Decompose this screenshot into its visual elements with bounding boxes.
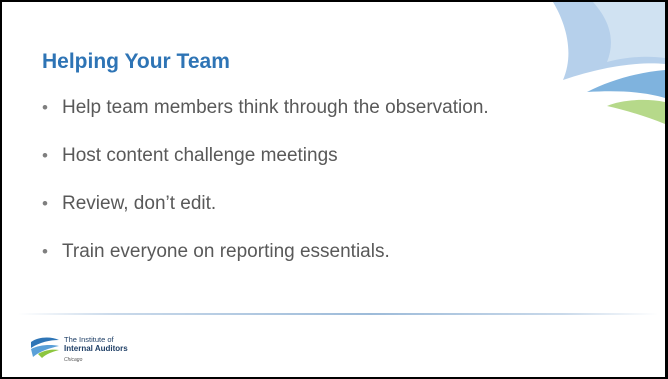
logo-text-line2: Internal Auditors (64, 344, 128, 353)
footer-divider (18, 313, 658, 315)
bullet-text: Review, don’t edit. (62, 193, 217, 214)
bullet-text: Help team members think through the obse… (62, 97, 489, 118)
iia-logo: The Institute of Internal Auditors Chica… (30, 332, 170, 372)
bullet-item: • Train everyone on reporting essentials… (40, 238, 560, 265)
bullet-text: Host content challenge meetings (62, 145, 338, 166)
iia-logo-icon (31, 337, 59, 358)
logo-text-line3: Chicago (64, 357, 83, 363)
logo-text-line1: The Institute of (64, 335, 114, 344)
bullet-dot: • (42, 194, 48, 213)
slide: Helping Your Team • Help team members th… (2, 2, 665, 377)
bullet-dot: • (42, 98, 48, 117)
bullet-item: • Host content challenge meetings (40, 142, 560, 169)
bullet-dot: • (42, 146, 48, 165)
bullet-dot: • (42, 242, 48, 261)
bullet-text: Train everyone on reporting essentials. (62, 241, 390, 262)
bullet-list: • Help team members think through the ob… (40, 94, 560, 286)
bullet-item: • Help team members think through the ob… (40, 94, 560, 121)
slide-title: Helping Your Team (42, 50, 230, 73)
bullet-item: • Review, don’t edit. (40, 190, 560, 217)
